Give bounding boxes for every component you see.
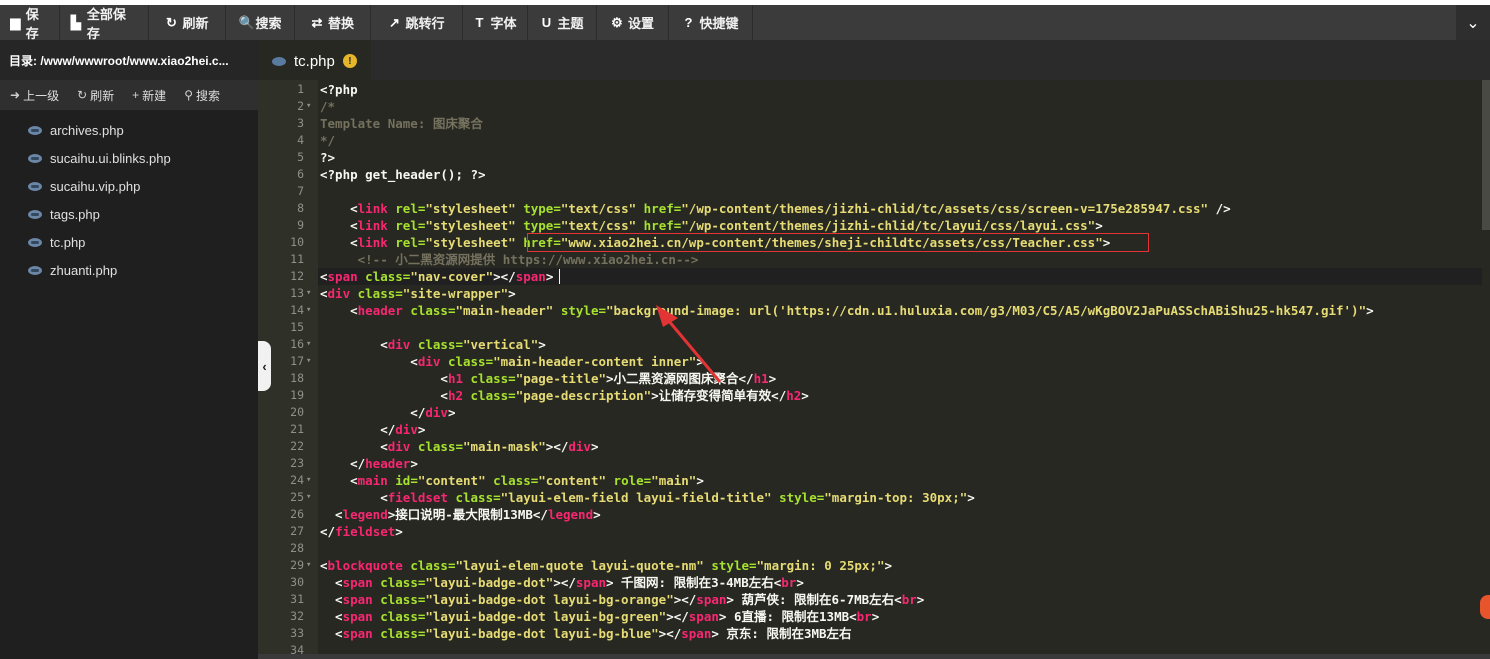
php-file-icon <box>28 153 42 163</box>
file-name: tc.php <box>50 234 86 250</box>
file-item[interactable]: sucaihu.vip.php <box>0 172 258 200</box>
file-name: tags.php <box>50 206 100 222</box>
file-sidebar: 目录: /www/wwwroot/www.xiao2hei.c... ➜ 上一级 ↻… <box>0 40 258 659</box>
sidebar-actions: ➜ 上一级 ↻ 刷新 + 新建 ⚲ 搜索 <box>0 80 258 110</box>
chevron-down-icon: ⌄ <box>1466 14 1480 32</box>
toolbar-refresh-button[interactable]: ↻ 刷新 <box>149 5 226 40</box>
replace-icon: ⇄ <box>311 14 323 30</box>
annotation-arrow <box>656 305 722 383</box>
code-editor[interactable]: 1 2 ▾ 3 4 5 6 7 8 9 10 11 12 13 ▾ 14 ▾ 15 16 ▾ 17 ▾ 18 19 20 21 22… <box>258 80 1490 659</box>
toolbar-button-label: 全部保存 <box>86 6 126 41</box>
tab-tc-php[interactable]: tc.php ! <box>258 40 371 80</box>
file-name: sucaihu.vip.php <box>50 178 141 194</box>
toolbar-search-button[interactable]: 🔍 搜索 <box>226 5 295 40</box>
sidebar-search-button[interactable]: ⚲ 搜索 <box>174 87 228 104</box>
toolbar-button-label: 刷新 <box>182 16 209 31</box>
file-item[interactable]: zhuanti.php <box>0 256 258 284</box>
toolbar-button-label: 保存 <box>25 6 39 41</box>
php-file-icon <box>28 209 42 219</box>
php-file-icon <box>28 237 42 247</box>
file-name: archives.php <box>50 122 124 138</box>
sidebar-action-label: 新建 <box>142 88 167 103</box>
plus-icon: + <box>132 88 140 102</box>
theme-icon: U <box>541 15 552 30</box>
toolbar: ▆ 保存 ▙ 全部保存 ↻ 刷新 🔍 搜索 ⇄ 替换 ↗ 跳转行 T 字体 U 主题 ⚙ 设置? 快捷键 ⌄ <box>0 5 1490 41</box>
file-name: zhuanti.php <box>50 262 118 278</box>
file-item[interactable]: tags.php <box>0 200 258 228</box>
toolbar-replace-button[interactable]: ⇄ 替换 <box>295 5 371 40</box>
php-file-icon <box>272 56 286 66</box>
font-icon: T <box>475 15 484 30</box>
toolbar-button-label: 快捷键 <box>699 16 739 31</box>
tab-bar: tc.php ! <box>258 40 1490 80</box>
refresh-icon: ↻ <box>166 14 177 30</box>
php-file-icon <box>28 125 42 135</box>
save-all-icon: ▙ <box>70 14 81 30</box>
floppy-disk-icon: ▆ <box>10 14 21 30</box>
toolbar-save-all-button[interactable]: ▙ 全部保存 <box>60 5 149 41</box>
toolbar-gear-button[interactable]: ⚙ 设置 <box>597 5 669 40</box>
toolbar-floppy-disk-button[interactable]: ▆ 保存 <box>0 5 60 41</box>
collapse-toolbar-button[interactable]: ⌄ <box>1456 5 1490 40</box>
refresh-icon: ↻ <box>77 88 88 102</box>
search-icon: 🔍 <box>238 14 255 30</box>
arrow-head <box>656 305 678 327</box>
file-list: archives.php sucaihu.ui.blinks.php sucaihu… <box>0 110 258 284</box>
code-editor-window: ▆ 保存 ▙ 全部保存 ↻ 刷新 🔍 搜索 ⇄ 替换 ↗ 跳转行 T 字体 U 主题 ⚙ 设置? 快捷键 ⌄ 目录: … <box>0 0 1490 659</box>
toolbar-goto-line-button[interactable]: ↗ 跳转行 <box>371 5 463 40</box>
toolbar-button-label: 字体 <box>490 16 517 31</box>
up-level-icon: ➜ <box>10 88 21 102</box>
sidebar-plus-button[interactable]: + 新建 <box>122 87 174 104</box>
search-icon: ⚲ <box>184 88 193 102</box>
sidebar-action-label: 上一级 <box>23 88 60 103</box>
php-file-icon <box>28 265 42 275</box>
file-item[interactable]: sucaihu.ui.blinks.php <box>0 144 258 172</box>
toolbar-font-button[interactable]: T 字体 <box>463 5 528 40</box>
toolbar-button-label: 替换 <box>327 16 354 31</box>
php-file-icon <box>28 181 42 191</box>
file-item[interactable]: tc.php <box>0 228 258 256</box>
toolbar-button-label: 主题 <box>557 16 584 31</box>
sidebar-up-level-button[interactable]: ➜ 上一级 <box>0 87 67 104</box>
goto-line-icon: ↗ <box>389 14 400 30</box>
help-icon: ? <box>684 15 693 30</box>
editor-area: tc.php ! 1 2 ▾ 3 4 5 6 7 8 9 10 11 12 13 ▾ 14 ▾ 15 16 ▾ 17 ▾ 1… <box>258 40 1490 659</box>
sidebar-action-label: 搜索 <box>195 88 220 103</box>
toolbar-button-label: 搜索 <box>255 16 282 31</box>
directory-path: 目录: /www/wwwroot/www.xiao2hei.c... <box>0 40 258 80</box>
sidebar-refresh-button[interactable]: ↻ 刷新 <box>67 87 122 104</box>
file-item[interactable]: archives.php <box>0 116 258 144</box>
arrow-shaft <box>661 313 722 383</box>
toolbar-button-label: 设置 <box>627 16 654 31</box>
sidebar-action-label: 刷新 <box>90 88 115 103</box>
toolbar-help-button[interactable]: ? 快捷键 <box>669 5 753 40</box>
gear-icon: ⚙ <box>611 14 623 30</box>
file-name: sucaihu.ui.blinks.php <box>50 150 171 166</box>
warning-icon: ! <box>342 54 357 68</box>
toolbar-theme-button[interactable]: U 主题 <box>528 5 597 40</box>
tab-label: tc.php <box>294 52 335 70</box>
toolbar-button-label: 跳转行 <box>405 16 445 31</box>
